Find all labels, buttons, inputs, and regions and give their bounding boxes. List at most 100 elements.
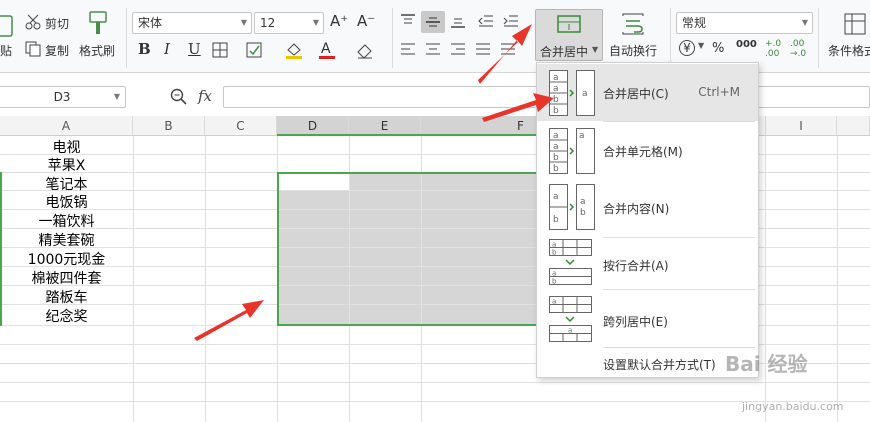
italic-button[interactable]: I <box>164 40 170 58</box>
copy-icon[interactable] <box>25 41 41 57</box>
borders-icon[interactable] <box>212 42 230 58</box>
font-name-value: 宋体 <box>138 16 163 30</box>
cell-a7[interactable]: 1000元现金 <box>0 249 133 269</box>
align-bottom-icon[interactable] <box>450 14 466 28</box>
svg-text:a: a <box>579 131 585 141</box>
underline-button[interactable]: U <box>188 40 201 58</box>
cell-a2[interactable]: 苹果X <box>0 155 133 175</box>
paste-icon[interactable] <box>0 12 14 38</box>
font-grow-button[interactable]: A⁺ <box>330 12 348 30</box>
cell-a5[interactable]: 一箱饮料 <box>0 211 133 231</box>
conditional-format-button[interactable]: 条件格式 <box>828 42 870 59</box>
menu-item-merge-content[interactable]: abab 合并内容(N) <box>537 178 758 235</box>
wrap-text-icon[interactable] <box>620 13 646 35</box>
column-header-c[interactable]: C <box>205 116 277 136</box>
merge-center-button[interactable]: 合并居中 ▼ <box>535 9 603 61</box>
number-format-value: 常规 <box>682 16 707 30</box>
thousands-separator-button[interactable]: 000 <box>736 39 757 50</box>
fx-icon[interactable]: fx <box>198 87 212 105</box>
cell-a10[interactable]: 纪念奖 <box>0 306 133 326</box>
watermark-url: jingyan.baidu.com <box>742 400 844 413</box>
fill-color-icon[interactable] <box>284 40 304 60</box>
svg-text:b: b <box>580 208 586 218</box>
increase-indent-icon[interactable] <box>503 14 519 28</box>
svg-text:b: b <box>552 249 557 257</box>
svg-text:a: a <box>553 73 559 83</box>
menu-item-merge-by-row[interactable]: abab 按行合并(A) <box>537 235 758 292</box>
decrease-decimal-button[interactable]: .00 →.0 <box>790 39 812 59</box>
menu-item-merge-center-label: 合并居中(C) <box>603 87 669 101</box>
cut-icon[interactable] <box>25 14 41 30</box>
column-header-b[interactable]: B <box>133 116 205 136</box>
align-left-icon[interactable] <box>400 43 416 55</box>
decrease-indent-icon[interactable] <box>478 14 494 28</box>
svg-text:a: a <box>552 298 556 306</box>
column-header-e[interactable]: E <box>349 116 421 136</box>
format-painter-button[interactable]: 格式刷 <box>79 42 115 59</box>
currency-button[interactable]: ¥ <box>679 40 695 56</box>
font-size-value: 12 <box>260 16 276 30</box>
svg-text:b: b <box>553 95 559 105</box>
justify-icon[interactable] <box>475 43 491 55</box>
wrap-text-button[interactable]: 自动换行 <box>609 42 657 59</box>
format-painter-icon[interactable] <box>86 10 110 38</box>
copy-button[interactable]: 复制 <box>45 42 69 59</box>
merge-center-label: 合并居中 <box>540 45 589 59</box>
font-size-select[interactable]: 12 ▼ <box>254 12 324 34</box>
column-header-i[interactable]: I <box>765 116 837 136</box>
cell-style-icon[interactable] <box>246 42 264 58</box>
cell-a1[interactable]: 电视 <box>0 137 133 157</box>
column-header-a[interactable]: A <box>0 116 133 136</box>
merge-center-icon <box>557 14 581 34</box>
svg-text:a: a <box>582 89 588 99</box>
align-center-icon[interactable] <box>425 43 441 55</box>
cell-a6[interactable]: 精美套碗 <box>0 230 133 250</box>
name-box[interactable]: D3 ▼ <box>0 86 126 108</box>
align-top-icon[interactable] <box>400 14 416 28</box>
center-across-preview-icon: aa <box>549 296 599 342</box>
menu-item-center-across-label: 跨列居中(E) <box>603 315 668 329</box>
merge-center-preview-icon: aabba <box>549 70 599 116</box>
distributed-align-icon[interactable] <box>500 43 516 55</box>
svg-text:b: b <box>553 215 559 225</box>
paste-label[interactable]: 贴 <box>0 42 12 59</box>
menu-item-center-across[interactable]: aa 跨列居中(E) <box>537 291 758 348</box>
increase-decimal-button[interactable]: +.0 .00 <box>765 39 787 59</box>
merge-dropdown-menu: aabba 合并居中(C) Ctrl+M aabba 合并单元格(M) abab… <box>536 62 759 378</box>
cell-a3[interactable]: 笔记本 <box>0 174 133 194</box>
merge-by-row-preview-icon: abab <box>549 239 599 286</box>
svg-text:b: b <box>553 106 559 116</box>
zoom-search-icon[interactable] <box>170 88 188 106</box>
menu-item-set-default-merge[interactable]: 设置默认合并方式(T) <box>603 356 716 373</box>
svg-text:a: a <box>568 327 572 335</box>
font-shrink-button[interactable]: A⁻ <box>357 12 375 30</box>
menu-item-merge-center-shortcut: Ctrl+M <box>698 85 740 99</box>
svg-text:A: A <box>321 41 331 57</box>
align-middle-icon[interactable] <box>421 11 445 33</box>
svg-text:a: a <box>553 192 559 202</box>
conditional-format-icon[interactable] <box>843 12 867 36</box>
cut-button[interactable]: 剪切 <box>45 15 69 32</box>
percent-button[interactable]: % <box>712 41 724 56</box>
font-color-icon[interactable]: A <box>318 40 336 60</box>
svg-text:a: a <box>553 131 559 141</box>
merge-cells-preview-icon: aabba <box>549 128 599 174</box>
column-header-d[interactable]: D <box>277 116 349 136</box>
cell-a4[interactable]: 电饭锅 <box>0 192 133 212</box>
svg-text:b: b <box>552 278 557 286</box>
currency-dropdown-icon[interactable]: ▼ <box>698 41 704 50</box>
menu-item-merge-content-label: 合并内容(N) <box>603 202 670 216</box>
align-right-icon[interactable] <box>450 43 466 55</box>
bold-button[interactable]: B <box>138 40 151 58</box>
menu-item-merge-center[interactable]: aabba 合并居中(C) Ctrl+M <box>537 64 758 121</box>
menu-item-merge-cells[interactable]: aabba 合并单元格(M) <box>537 122 758 179</box>
svg-text:a: a <box>553 84 559 94</box>
number-format-select[interactable]: 常规 ▼ <box>676 12 813 34</box>
svg-text:b: b <box>553 153 559 163</box>
cell-a8[interactable]: 棉被四件套 <box>0 268 133 288</box>
font-name-select[interactable]: 宋体 ▼ <box>132 12 252 34</box>
svg-text:a: a <box>552 241 556 249</box>
clear-format-icon[interactable] <box>355 40 375 60</box>
menu-item-merge-by-row-label: 按行合并(A) <box>603 259 669 273</box>
cell-a9[interactable]: 踏板车 <box>0 287 133 307</box>
